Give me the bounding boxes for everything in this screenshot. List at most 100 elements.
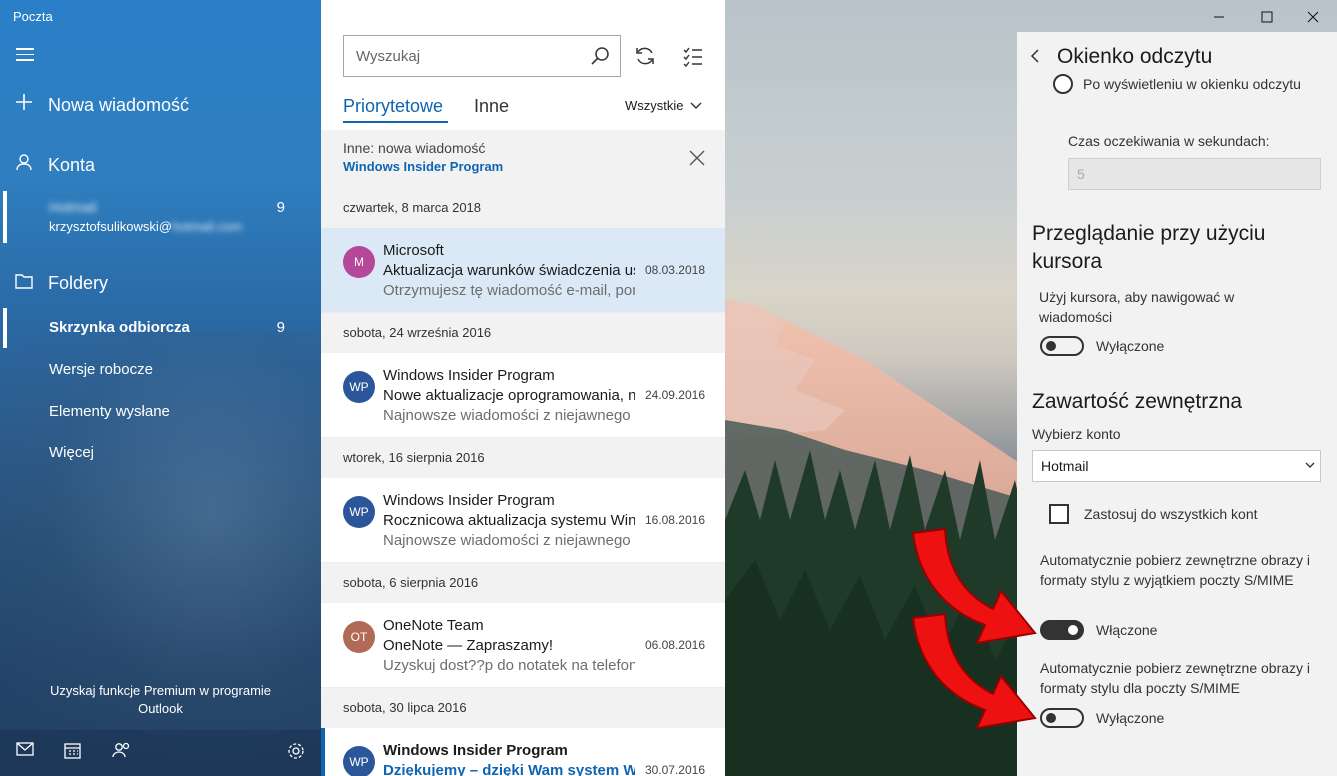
filter-dropdown[interactable]: Wszystkie [625, 98, 702, 113]
message-preview: Otrzymujesz tę wiadomość e-mail, poniewa… [383, 282, 635, 299]
folder-icon [0, 272, 48, 295]
plus-icon [0, 93, 48, 117]
accounts-button[interactable]: Konta [0, 152, 321, 178]
date-header: sobota, 30 lipca 2016 [321, 688, 725, 728]
calendar-icon[interactable] [64, 742, 86, 764]
message-subject: Aktualizacja warunków świadczenia usług [383, 262, 635, 279]
navigation-pane: Poczta Nowa wiadomość Konta Hotmail 9 kr… [0, 0, 321, 776]
folders-button[interactable]: Foldery [0, 270, 321, 296]
message-subject: Dziękujemy – dzięki Wam system Windows [383, 762, 635, 776]
date-header: sobota, 6 sierpnia 2016 [321, 563, 725, 603]
auto-download-2-toggle[interactable] [1040, 708, 1084, 728]
search-input[interactable] [356, 47, 576, 65]
message-from: OneNote Team [383, 617, 484, 634]
message-subject: Nowe aktualizacje oprogramowania, nowe [383, 387, 635, 404]
maximize-icon[interactable] [1256, 6, 1278, 28]
choose-account-label: Wybierz konto [1032, 426, 1121, 442]
date-header: wtorek, 16 sierpnia 2016 [321, 438, 725, 478]
account-email-prefix: krzysztofsulikowski@ [49, 219, 172, 234]
avatar: OT [343, 621, 375, 653]
premium-link[interactable]: Uzyskaj funkcje Premium w programie Outl… [0, 682, 321, 718]
inbox-unread-count: 9 [276, 319, 285, 336]
message-date: 30.07.2016 [644, 763, 705, 776]
message-item[interactable]: WP Windows Insider Program Nowe aktualiz… [321, 353, 725, 438]
account-select[interactable]: Hotmail [1032, 450, 1321, 482]
accounts-label: Konta [48, 154, 96, 175]
cursor-description: Użyj kursora, aby nawigować w wiadomości [1039, 289, 1235, 325]
folder-drafts[interactable]: Wersje robocze [49, 361, 153, 378]
cursor-toggle[interactable] [1040, 336, 1084, 356]
unread-indicator [321, 728, 325, 776]
message-item[interactable]: OT OneNote Team OneNote — Zapraszamy! Uz… [321, 603, 725, 688]
account-unread-count: 9 [276, 199, 285, 216]
message-from: Windows Insider Program [383, 742, 568, 759]
close-window-icon[interactable] [1302, 6, 1324, 28]
account-email[interactable]: krzysztofsulikowski@hotmail.com [49, 219, 242, 234]
timeout-input[interactable]: 5 [1068, 158, 1321, 190]
message-date: 16.08.2016 [644, 513, 705, 527]
chevron-down-icon [1304, 451, 1316, 491]
cursor-toggle-state: Wyłączone [1096, 338, 1165, 354]
account-email-domain: hotmail.com [172, 219, 243, 234]
notice-sender: Windows Insider Program [343, 159, 504, 174]
folder-more[interactable]: Więcej [49, 444, 94, 461]
notice-title: Inne: nowa wiadomość [343, 140, 486, 156]
other-inbox-notice[interactable]: Inne: nowa wiadomość Windows Insider Pro… [321, 130, 725, 188]
date-header: sobota, 24 września 2016 [321, 313, 725, 353]
new-message-label: Nowa wiadomość [48, 94, 190, 115]
message-item[interactable]: WP Windows Insider Program Dziękujemy – … [321, 728, 725, 776]
external-content-heading: Zawartość zewnętrzna [1032, 390, 1243, 413]
auto-download-1-label: Automatycznie pobierz zewnętrzne obrazy … [1040, 552, 1311, 588]
message-from: Windows Insider Program [383, 492, 555, 509]
minimize-icon[interactable] [1208, 6, 1230, 28]
folder-inbox[interactable]: Skrzynka odbiorcza [49, 319, 190, 336]
message-date: 08.03.2018 [644, 263, 705, 277]
account-selected-indicator [3, 191, 7, 243]
app-title: Poczta [13, 9, 53, 24]
apply-all-label: Zastosuj do wszystkich kont [1084, 506, 1258, 522]
message-preview: Uzyskuj dost??p do notatek na telefonie [383, 657, 635, 674]
auto-download-1-state: Włączone [1096, 622, 1158, 638]
avatar: M [343, 246, 375, 278]
message-item[interactable]: M Microsoft Aktualizacja warunków świadc… [321, 228, 725, 313]
close-icon[interactable] [689, 150, 705, 171]
apply-all-checkbox[interactable] [1049, 504, 1069, 524]
sync-icon[interactable] [634, 45, 656, 72]
cursor-heading: Przeglądanie przy użyciu kursora [1032, 222, 1266, 273]
radio-on-display[interactable] [1053, 74, 1073, 94]
settings-flyout: Okienko odczytu Po wyświetleniu w okienk… [1017, 32, 1337, 776]
message-preview: Najnowsze wiadomości z niejawnego progra… [383, 532, 635, 549]
account-name[interactable]: Hotmail [49, 199, 96, 215]
tab-focused-underline [343, 121, 448, 123]
auto-download-2-state: Wyłączone [1096, 710, 1165, 726]
hamburger-menu-icon[interactable] [16, 48, 34, 62]
message-from: Microsoft [383, 242, 444, 259]
new-message-button[interactable]: Nowa wiadomość [0, 92, 321, 118]
message-item[interactable]: WP Windows Insider Program Rocznicowa ak… [321, 478, 725, 563]
tab-other[interactable]: Inne [474, 96, 509, 117]
search-icon[interactable] [590, 46, 610, 71]
back-arrow-icon[interactable] [1029, 48, 1041, 69]
auto-download-2-label: Automatycznie pobierz zewnętrzne obrazy … [1040, 660, 1311, 696]
mail-icon[interactable] [16, 742, 38, 764]
people-icon[interactable] [112, 742, 134, 764]
tab-focused[interactable]: Priorytetowe [343, 96, 443, 117]
avatar: WP [343, 371, 375, 403]
avatar: WP [343, 746, 375, 776]
folders-label: Foldery [48, 272, 109, 293]
date-header: czwartek, 8 marca 2018 [321, 188, 725, 228]
select-mode-icon[interactable] [682, 45, 704, 72]
message-date: 24.09.2016 [644, 388, 705, 402]
timeout-label: Czas oczekiwania w sekundach: [1068, 133, 1270, 149]
bottom-app-bar [0, 730, 321, 776]
settings-gear-icon[interactable] [287, 742, 309, 764]
auto-download-1-toggle[interactable] [1040, 620, 1084, 640]
account-select-value: Hotmail [1041, 458, 1089, 474]
message-list-pane: Priorytetowe Inne Wszystkie Inne: nowa w… [321, 0, 725, 776]
message-preview: Najnowsze wiadomości z niejawnego progra… [383, 407, 635, 424]
chevron-down-icon [690, 98, 702, 113]
folder-sent[interactable]: Elementy wysłane [49, 403, 170, 420]
message-subject: OneNote — Zapraszamy! [383, 637, 554, 654]
search-box[interactable] [343, 35, 621, 77]
flyout-title: Okienko odczytu [1057, 45, 1213, 68]
